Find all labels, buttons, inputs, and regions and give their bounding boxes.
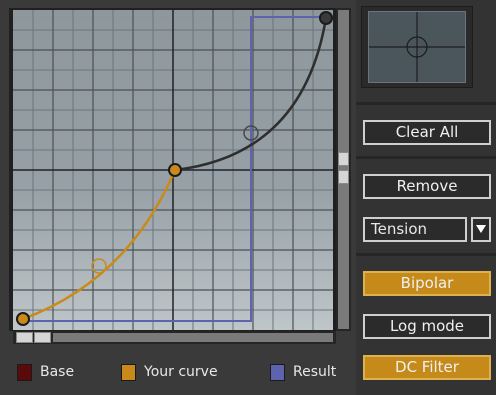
horizontal-scroll-handle-left[interactable] bbox=[16, 332, 33, 343]
tension-dropdown[interactable]: Tension bbox=[363, 217, 491, 242]
bipolar-button[interactable]: Bipolar bbox=[363, 271, 491, 296]
curve-point-start[interactable] bbox=[16, 312, 30, 326]
xy-pad-area[interactable] bbox=[368, 11, 466, 83]
legend-base-label: Base bbox=[40, 364, 75, 380]
tension-dropdown-button[interactable] bbox=[471, 217, 491, 242]
your-curve-swatch bbox=[121, 363, 136, 381]
horizontal-scroll-track[interactable] bbox=[53, 333, 333, 342]
vertical-scrollbar[interactable] bbox=[336, 8, 351, 331]
vertical-scroll-handle-top[interactable] bbox=[338, 152, 349, 166]
chevron-down-icon bbox=[476, 225, 486, 233]
tension-dropdown-value[interactable]: Tension bbox=[363, 217, 467, 242]
remove-button[interactable]: Remove bbox=[363, 174, 491, 199]
curve-point-center[interactable] bbox=[168, 163, 182, 177]
legend-result-label: Result bbox=[293, 364, 337, 380]
horizontal-scrollbar[interactable] bbox=[13, 331, 336, 344]
legend-your-curve-label: Your curve bbox=[144, 364, 218, 380]
dc-filter-button[interactable]: DC Filter bbox=[363, 355, 491, 380]
curve-point-end[interactable] bbox=[319, 11, 333, 25]
legend-base: Base bbox=[17, 361, 74, 383]
separator-2 bbox=[356, 156, 496, 159]
separator-3 bbox=[356, 253, 496, 256]
separator-1 bbox=[356, 102, 496, 105]
legend-your-curve: Your curve bbox=[121, 361, 218, 383]
horizontal-scroll-handle-right[interactable] bbox=[34, 332, 51, 343]
base-swatch bbox=[17, 363, 32, 381]
log-mode-button[interactable]: Log mode bbox=[363, 314, 491, 339]
xy-pad-crosshair bbox=[369, 12, 465, 82]
legend-result: Result bbox=[270, 361, 336, 383]
xy-pad[interactable] bbox=[361, 6, 473, 88]
vertical-scroll-handle-bottom[interactable] bbox=[338, 170, 349, 184]
curve-graph[interactable] bbox=[13, 10, 333, 330]
clear-all-button[interactable]: Clear All bbox=[363, 120, 491, 145]
result-swatch bbox=[270, 363, 285, 381]
